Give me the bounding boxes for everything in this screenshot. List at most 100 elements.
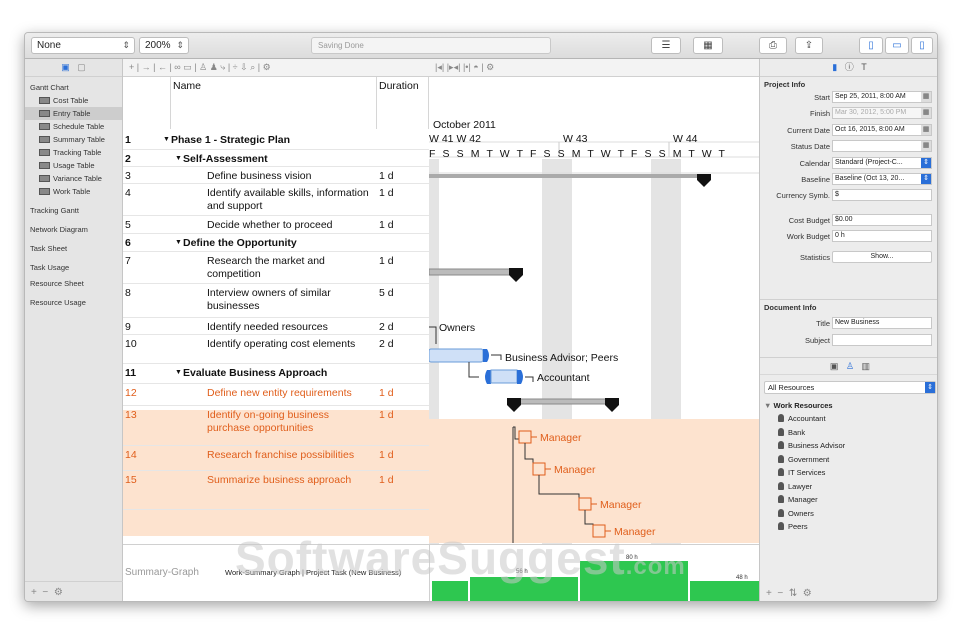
resource-item[interactable]: Manager: [760, 493, 937, 507]
table-row[interactable]: 10 Identify operating cost elements 2 d: [123, 335, 429, 364]
resource-item[interactable]: Bank: [760, 426, 937, 440]
table-row[interactable]: 2 ▼ Self-Assessment: [123, 150, 429, 167]
sidebar-item-network-diagram[interactable]: Network Diagram: [25, 223, 122, 236]
table-row[interactable]: 12 Define new entity requirements 1 d: [123, 384, 429, 406]
unlink-icon[interactable]: ▭: [183, 62, 192, 72]
gear-icon[interactable]: ⚙: [263, 62, 271, 72]
gantt-bar-task-15[interactable]: [592, 524, 606, 538]
column-header-name[interactable]: Name: [171, 77, 377, 129]
table-row[interactable]: 13 Identify on-going business purchase op…: [123, 406, 429, 446]
document-tab-icon[interactable]: ▮: [832, 62, 837, 72]
gantt-bar-task-9[interactable]: [429, 348, 484, 363]
resource-item[interactable]: Owners: [760, 507, 937, 521]
share-button[interactable]: ⇪: [795, 37, 823, 54]
filter-popup[interactable]: None ⇕: [31, 37, 135, 54]
progress-icon[interactable]: ÷: [233, 62, 238, 72]
sidebar-item-tracking-table[interactable]: Tracking Table: [25, 146, 122, 159]
disclosure-triangle-icon[interactable]: ▼: [175, 366, 182, 379]
info-tab-icon[interactable]: ⓘ: [845, 62, 854, 72]
table-row[interactable]: 14 Research franchise possibilities 1 d: [123, 446, 429, 471]
gantt-bar-task-12[interactable]: [518, 430, 532, 444]
column-header-duration[interactable]: Duration: [377, 77, 429, 129]
table-row[interactable]: 9 Identify needed resources 2 d: [123, 318, 429, 335]
gantt-summary-bar-phase1[interactable]: [429, 174, 705, 178]
outdent-icon[interactable]: ←: [158, 62, 167, 72]
resource-item[interactable]: Government: [760, 453, 937, 467]
assign-icon[interactable]: ♙: [199, 62, 207, 72]
resource-item[interactable]: Business Advisor: [760, 439, 937, 453]
export-icon[interactable]: ⇩: [240, 62, 248, 72]
table-row[interactable]: 11 ▼ Evaluate Business Approach: [123, 364, 429, 384]
table-row[interactable]: 6 ▼ Define the Opportunity: [123, 234, 429, 252]
sidebar-item-variance-table[interactable]: Variance Table: [25, 172, 122, 185]
scroll-start-icon[interactable]: |◂|: [435, 62, 444, 72]
gantt-summary-bar-opportunity[interactable]: [429, 268, 518, 276]
zoom-popup[interactable]: 200% ⇕: [139, 37, 189, 54]
disclosure-triangle-icon[interactable]: ▼: [175, 236, 182, 249]
resources-icon[interactable]: ♟: [210, 62, 218, 72]
calendar-icon[interactable]: ▦: [921, 141, 931, 151]
gantt-bar-task-10[interactable]: [490, 369, 518, 384]
print-button[interactable]: ⎙: [759, 37, 787, 54]
sidebar-item-work-table[interactable]: Work Table: [25, 185, 122, 198]
add-task-icon[interactable]: +: [129, 62, 134, 72]
gantt-summary-bar-evaluate[interactable]: [512, 398, 614, 405]
resource-graph-icon[interactable]: ▣: [830, 361, 839, 371]
add-icon[interactable]: +: [31, 587, 37, 598]
resource-filter-popup[interactable]: All Resources ⇕: [764, 381, 936, 394]
assign-icon[interactable]: ⇅: [789, 588, 797, 599]
sidebar-item-task-sheet[interactable]: Task Sheet: [25, 242, 122, 255]
sidebar-item-gantt-chart[interactable]: Gantt Chart: [25, 81, 122, 94]
sidebar-item-schedule-table[interactable]: Schedule Table: [25, 120, 122, 133]
calendar-icon[interactable]: ▦: [921, 92, 931, 102]
toggle-inspector-button[interactable]: ▯: [911, 37, 933, 54]
resource-item[interactable]: Lawyer: [760, 480, 937, 494]
resource-item[interactable]: IT Services: [760, 466, 937, 480]
disclosure-triangle-icon[interactable]: ▼: [175, 152, 182, 165]
gantt-bar-task-14[interactable]: [578, 497, 592, 511]
sidebar-item-task-usage[interactable]: Task Usage: [25, 261, 122, 274]
sidebar-item-cost-table[interactable]: Cost Table: [25, 94, 122, 107]
statistics-button[interactable]: Show...: [832, 251, 932, 263]
gantt-bar-task-13[interactable]: [532, 462, 546, 476]
field-value[interactable]: Oct 16, 2015, 8:00 AM ▦: [832, 124, 932, 136]
sidebar-item-resource-usage[interactable]: Resource Usage: [25, 296, 122, 309]
table-row[interactable]: 1 ▼ Phase 1 - Strategic Plan: [123, 131, 429, 150]
gear-icon[interactable]: ⚙: [803, 588, 812, 599]
table-row[interactable]: 3 Define business vision 1 d: [123, 167, 429, 184]
resource-item[interactable]: Accountant: [760, 412, 937, 426]
search-icon[interactable]: ⌕: [250, 62, 255, 72]
toggle-sidebar-button[interactable]: ▯: [859, 37, 883, 54]
pie-icon[interactable]: ◓: [473, 62, 478, 72]
field-value[interactable]: ▦: [832, 140, 932, 152]
scroll-today-icon[interactable]: |•|: [463, 62, 471, 72]
table-row[interactable]: 7 Research the market and competition 1 d: [123, 252, 429, 284]
field-value[interactable]: Mar 30, 2012, 5:00 PM ▦: [832, 107, 932, 119]
field-value[interactable]: $0.00: [832, 214, 932, 226]
field-value[interactable]: 0 h: [832, 230, 932, 242]
comments-tab-icon[interactable]: ▢: [77, 62, 86, 72]
views-tab-icon[interactable]: ▣: [61, 62, 70, 72]
columns-icon[interactable]: ▥: [862, 361, 871, 371]
list-view-button[interactable]: ☰: [651, 37, 681, 54]
resource-item[interactable]: Peers: [760, 520, 937, 534]
field-value[interactable]: Baseline (Oct 13, 20... ⇕: [832, 173, 932, 185]
link-icon[interactable]: ∞: [174, 62, 180, 72]
field-value[interactable]: New Business: [832, 317, 932, 329]
sidebar-item-summary-table[interactable]: Summary Table: [25, 133, 122, 146]
table-row[interactable]: 5 Decide whether to proceed 1 d: [123, 216, 429, 234]
split-icon[interactable]: ⤷: [220, 62, 225, 72]
format-tab-icon[interactable]: T: [861, 62, 867, 72]
add-icon[interactable]: +: [766, 588, 772, 599]
indent-icon[interactable]: →: [142, 62, 151, 72]
scroll-task-icon[interactable]: |▸◂|: [447, 62, 461, 72]
field-value[interactable]: [832, 334, 932, 346]
toggle-bottom-button[interactable]: ▭: [885, 37, 909, 54]
remove-icon[interactable]: −: [42, 587, 48, 598]
sidebar-item-resource-sheet[interactable]: Resource Sheet: [25, 277, 122, 290]
table-row[interactable]: 15 Summarize business approach 1 d: [123, 471, 429, 510]
sidebar-item-tracking-gantt[interactable]: Tracking Gantt: [25, 204, 122, 217]
disclosure-triangle-icon[interactable]: ▼: [163, 133, 170, 146]
calendar-icon[interactable]: ▦: [921, 125, 931, 135]
table-row[interactable]: 4 Identify available skills, information …: [123, 184, 429, 216]
